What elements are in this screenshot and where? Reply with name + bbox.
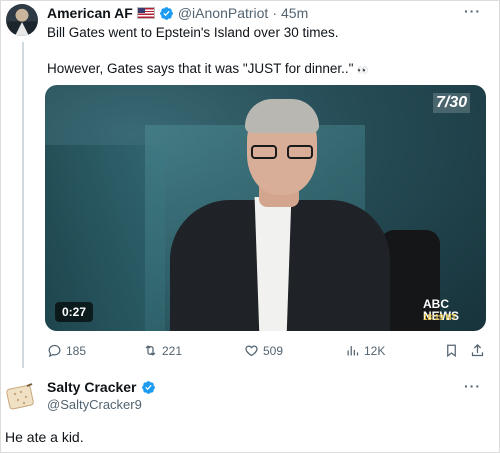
tweet-text-line: However, Gates says that it was "JUST fo… (47, 60, 487, 79)
video-player[interactable]: 7/30 0:27 ABC NEWS 18:19 NT (45, 85, 486, 331)
view-count: 12K (364, 343, 386, 358)
views-button[interactable]: 12K (345, 343, 385, 358)
verified-badge-icon (159, 6, 174, 21)
more-options-icon[interactable]: ··· (464, 3, 481, 19)
more-options-icon[interactable]: ··· (464, 378, 481, 394)
avatar[interactable] (6, 4, 38, 36)
reply-count: 185 (66, 343, 87, 358)
video-timecode: 0:27 (55, 302, 94, 322)
separator-dot: · (272, 5, 277, 21)
reply-text: He ate a kid. (5, 429, 84, 445)
like-icon (245, 345, 258, 357)
avatar[interactable] (5, 381, 37, 413)
bookmark-icon (447, 344, 456, 358)
tweet-text-line: Bill Gates went to Epstein's Island over… (47, 25, 339, 40)
author-name[interactable]: American AF (47, 5, 133, 21)
tweet-quote-text: However, Gates says that it was "JUST fo… (47, 61, 354, 76)
timestamp[interactable]: 45m (281, 5, 308, 21)
eyes-emoji-icon: 👀 (357, 65, 370, 75)
tweet-header: American AF @iAnonPatriot · 45m (47, 4, 308, 22)
tweet-text: Bill Gates went to Epstein's Island over… (47, 24, 487, 79)
repost-icon (145, 345, 156, 356)
speaker-glasses (251, 145, 313, 161)
tweet-header: Salty Cracker (47, 379, 156, 395)
author-handle[interactable]: @SaltyCracker9 (47, 397, 142, 412)
channel-logo: 7/30 (433, 93, 471, 113)
verified-badge-icon (141, 380, 156, 395)
speaker-hair (245, 99, 319, 133)
flag-us-icon (136, 7, 155, 19)
repost-button[interactable]: 221 (143, 343, 182, 358)
bookmark-button[interactable] (444, 343, 459, 358)
views-icon (347, 346, 359, 356)
like-button[interactable]: 509 (244, 343, 283, 358)
repost-count: 221 (162, 343, 183, 358)
share-icon (471, 343, 484, 357)
author-handle[interactable]: @iAnonPatriot (178, 5, 268, 21)
author-name[interactable]: Salty Cracker (47, 379, 137, 395)
share-button[interactable] (470, 343, 485, 358)
news-time: 18:19 NT (423, 313, 457, 322)
action-bar: 185 221 509 12K (47, 343, 487, 361)
thread-connector-line (22, 42, 24, 368)
reply-icon (48, 344, 61, 358)
reply-button[interactable]: 185 (47, 343, 86, 358)
like-count: 509 (263, 343, 284, 358)
